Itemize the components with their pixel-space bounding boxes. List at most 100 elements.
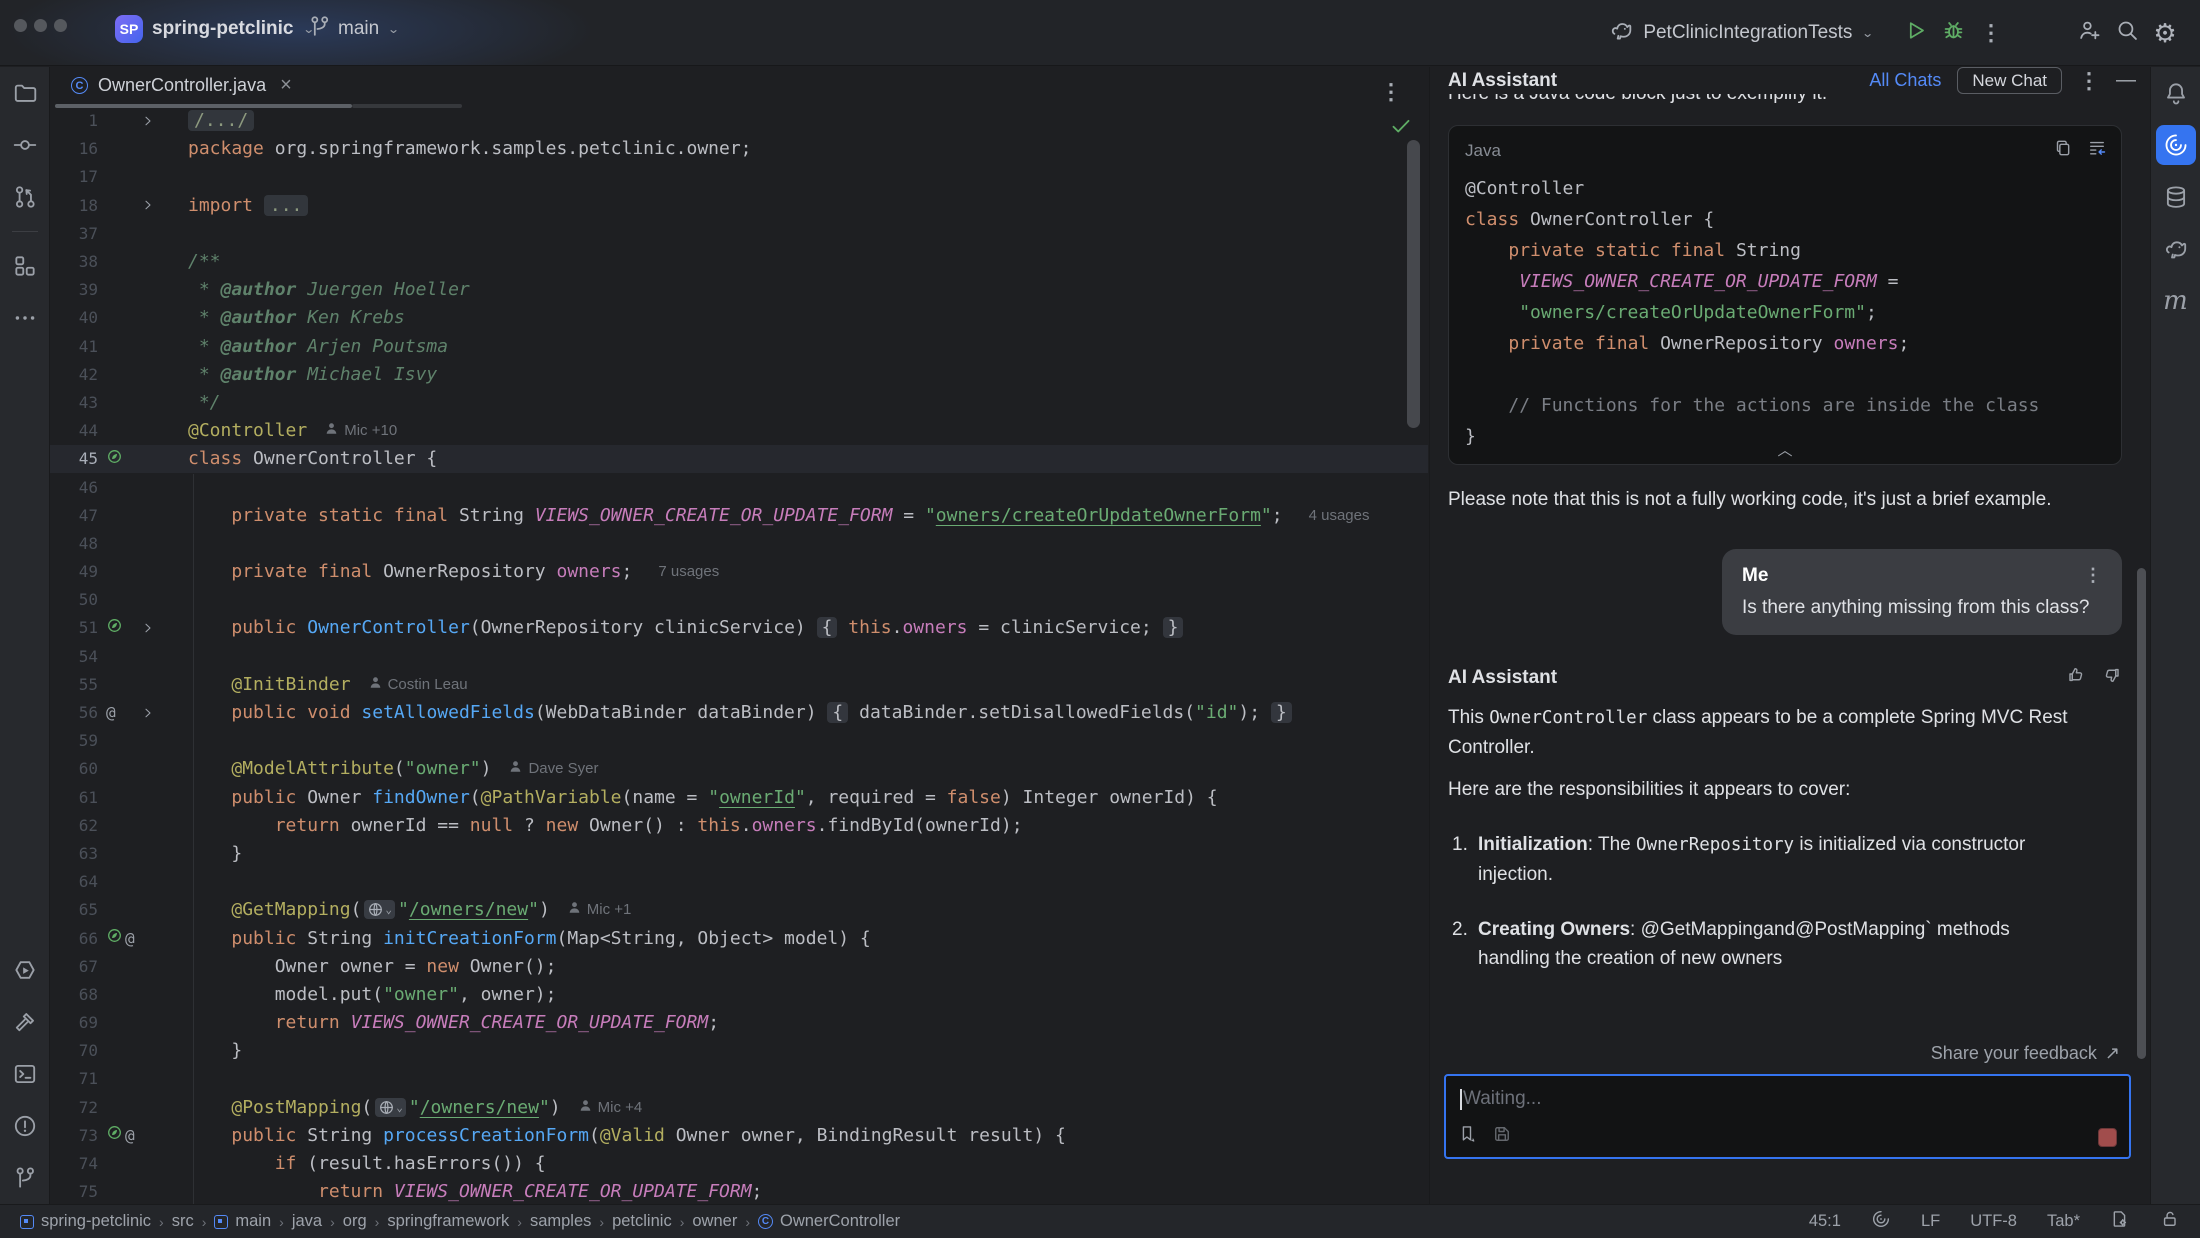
spring-bean-icon[interactable] bbox=[106, 617, 123, 639]
thumbs-up-icon[interactable] bbox=[2066, 665, 2086, 690]
code-line-72[interactable]: 72 @PostMapping(⌄"/owners/new")Mic +4 bbox=[50, 1093, 1428, 1121]
tool-pull-requests[interactable] bbox=[5, 177, 45, 217]
code-line-61[interactable]: 61 public Owner findOwner(@PathVariable(… bbox=[50, 783, 1428, 811]
tool-problems[interactable] bbox=[5, 1106, 45, 1146]
encoding-widget[interactable]: UTF-8 bbox=[1970, 1212, 2017, 1231]
code-line-17[interactable]: 17 bbox=[50, 163, 1428, 191]
code-line-54[interactable]: 54 bbox=[50, 642, 1428, 670]
code-line-63[interactable]: 63 } bbox=[50, 839, 1428, 867]
usages-hint[interactable]: 7 usages bbox=[658, 563, 719, 580]
run-button[interactable] bbox=[1896, 14, 1934, 52]
more-actions-button[interactable]: ⋮ bbox=[1972, 14, 2010, 52]
fold-arrow-icon[interactable] bbox=[142, 199, 154, 211]
chat-scrollbar[interactable] bbox=[2137, 568, 2146, 1059]
usages-hint[interactable]: 4 usages bbox=[1309, 507, 1370, 524]
code-with-me-button[interactable] bbox=[2070, 14, 2108, 52]
code-line-49[interactable]: 49 private final OwnerRepository owners;… bbox=[50, 558, 1428, 586]
code-line-64[interactable]: 64 bbox=[50, 868, 1428, 896]
breadcrumb-item[interactable]: src bbox=[166, 1212, 200, 1231]
chat-scroll-area[interactable]: Here is a Java code block just to exempl… bbox=[1430, 94, 2150, 1074]
new-chat-button[interactable]: New Chat bbox=[1957, 67, 2062, 94]
tool-ai-assistant[interactable] bbox=[2156, 125, 2196, 165]
tool-version-control[interactable] bbox=[5, 1158, 45, 1198]
tool-run[interactable] bbox=[5, 950, 45, 990]
tool-database[interactable] bbox=[2156, 177, 2196, 217]
hide-panel-button[interactable]: — bbox=[2116, 69, 2136, 92]
code-line-43[interactable]: 43 */ bbox=[50, 388, 1428, 416]
tool-gradle[interactable] bbox=[2156, 229, 2196, 269]
url-mapping-globe-icon[interactable]: ⌄ bbox=[375, 1098, 406, 1117]
inline-author-hint[interactable]: Costin Leau bbox=[369, 676, 468, 693]
code-style-icon[interactable] bbox=[2110, 1209, 2130, 1234]
tool-maven[interactable]: m bbox=[2156, 281, 2196, 321]
tab-ownercontroller-java[interactable]: C OwnerController.java × bbox=[55, 67, 308, 104]
lock-icon[interactable] bbox=[2160, 1209, 2180, 1234]
line-ending-widget[interactable]: LF bbox=[1921, 1212, 1940, 1231]
spring-bean-icon[interactable] bbox=[106, 927, 123, 949]
code-area[interactable]: 1/.../16package org.springframework.samp… bbox=[50, 107, 1428, 1205]
breadcrumb-item[interactable]: main bbox=[208, 1212, 277, 1231]
breadcrumb-item[interactable]: COwnerController bbox=[752, 1212, 906, 1231]
inline-author-hint[interactable]: Mic +1 bbox=[568, 901, 632, 918]
editor-scrollbar[interactable] bbox=[1407, 140, 1420, 428]
code-line-45[interactable]: 45class OwnerController { bbox=[50, 445, 1428, 473]
settings-button[interactable]: ⚙ bbox=[2146, 14, 2184, 52]
code-line-38[interactable]: 38/** bbox=[50, 247, 1428, 275]
tool-commit[interactable] bbox=[5, 125, 45, 165]
inline-author-hint[interactable]: Mic +4 bbox=[579, 1099, 643, 1116]
branch-selector[interactable]: main ⌄ bbox=[300, 8, 408, 50]
fold-arrow-icon[interactable] bbox=[142, 115, 154, 127]
code-line-60[interactable]: 60 @ModelAttribute("owner")Dave Syer bbox=[50, 755, 1428, 783]
close-icon[interactable]: × bbox=[280, 74, 292, 97]
tool-structure[interactable] bbox=[5, 246, 45, 286]
code-line-16[interactable]: 16package org.springframework.samples.pe… bbox=[50, 135, 1428, 163]
editor-options-button[interactable]: ⋮ bbox=[1372, 73, 1410, 111]
code-line-71[interactable]: 71 bbox=[50, 1065, 1428, 1093]
code-line-39[interactable]: 39 * @author Juergen Hoeller bbox=[50, 276, 1428, 304]
save-icon[interactable] bbox=[1492, 1124, 1512, 1149]
inline-author-hint[interactable]: Mic +10 bbox=[325, 422, 397, 439]
breadcrumb-item[interactable]: owner bbox=[686, 1212, 743, 1231]
code-line-67[interactable]: 67 Owner owner = new Owner(); bbox=[50, 952, 1428, 980]
code-line-42[interactable]: 42 * @author Michael Isvy bbox=[50, 360, 1428, 388]
code-line-1[interactable]: 1/.../ bbox=[50, 107, 1428, 135]
breadcrumb-item[interactable]: java bbox=[286, 1212, 328, 1231]
code-line-62[interactable]: 62 return ownerId == null ? new Owner() … bbox=[50, 811, 1428, 839]
all-chats-link[interactable]: All Chats bbox=[1869, 70, 1941, 91]
stop-generation-button[interactable] bbox=[2098, 1128, 2117, 1147]
copy-icon[interactable] bbox=[2053, 138, 2073, 163]
breadcrumb-item[interactable]: samples bbox=[524, 1212, 597, 1231]
code-line-68[interactable]: 68 model.put("owner", owner); bbox=[50, 980, 1428, 1008]
code-line-46[interactable]: 46 bbox=[50, 473, 1428, 501]
code-line-40[interactable]: 40 * @author Ken Krebs bbox=[50, 304, 1428, 332]
code-line-37[interactable]: 37 bbox=[50, 219, 1428, 247]
window-controls[interactable] bbox=[14, 19, 67, 32]
tool-terminal[interactable] bbox=[5, 1054, 45, 1094]
code-line-41[interactable]: 41 * @author Arjen Poutsma bbox=[50, 332, 1428, 360]
code-line-73[interactable]: 73@ public String processCreationForm(@V… bbox=[50, 1121, 1428, 1149]
annotation-gutter-icon[interactable]: @ bbox=[106, 703, 116, 722]
code-line-69[interactable]: 69 return VIEWS_OWNER_CREATE_OR_UPDATE_F… bbox=[50, 1009, 1428, 1037]
code-line-47[interactable]: 47 private static final String VIEWS_OWN… bbox=[50, 501, 1428, 529]
code-line-44[interactable]: 44@ControllerMic +10 bbox=[50, 417, 1428, 445]
debug-button[interactable] bbox=[1934, 14, 1972, 52]
indent-widget[interactable]: Tab* bbox=[2047, 1212, 2080, 1231]
code-line-66[interactable]: 66@ public String initCreationForm(Map<S… bbox=[50, 924, 1428, 952]
breadcrumb-item[interactable]: spring-petclinic bbox=[14, 1212, 157, 1231]
code-line-56[interactable]: 56@ public void setAllowedFields(WebData… bbox=[50, 698, 1428, 726]
chat-input[interactable]: Waiting... bbox=[1444, 1074, 2131, 1159]
inline-author-hint[interactable]: Dave Syer bbox=[509, 760, 598, 777]
annotation-gutter-icon[interactable]: @ bbox=[125, 929, 135, 948]
annotation-gutter-icon[interactable]: @ bbox=[125, 1126, 135, 1145]
collapse-code-icon[interactable]: ︿ bbox=[1449, 439, 2121, 460]
tool-notifications[interactable] bbox=[2156, 73, 2196, 113]
code-line-65[interactable]: 65 @GetMapping(⌄"/owners/new")Mic +1 bbox=[50, 896, 1428, 924]
message-options-button[interactable]: ⋮ bbox=[2084, 565, 2102, 586]
caret-position-widget[interactable]: 45:1 bbox=[1809, 1212, 1841, 1231]
code-line-48[interactable]: 48 bbox=[50, 529, 1428, 557]
code-line-70[interactable]: 70 } bbox=[50, 1037, 1428, 1065]
code-line-18[interactable]: 18import ... bbox=[50, 191, 1428, 219]
spring-bean-icon[interactable] bbox=[106, 448, 123, 470]
thumbs-down-icon[interactable] bbox=[2102, 665, 2122, 690]
spring-bean-icon[interactable] bbox=[106, 1124, 123, 1146]
